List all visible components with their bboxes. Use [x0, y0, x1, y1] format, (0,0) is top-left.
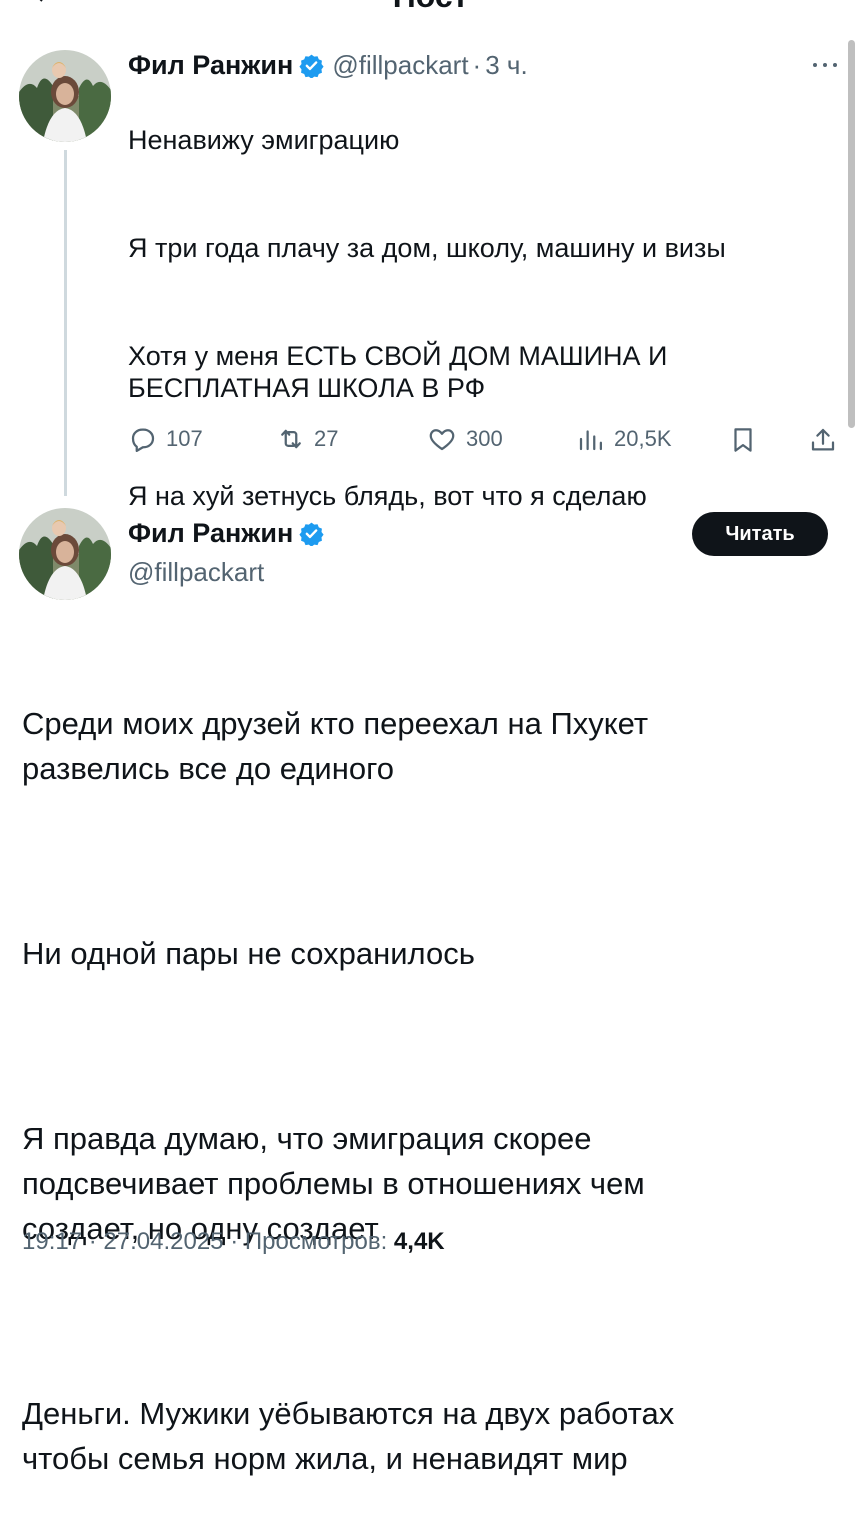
post-date[interactable]: 27.04.2025 [103, 1228, 223, 1255]
views-count: 4,4K [393, 1228, 445, 1255]
thread-connector-line [64, 150, 67, 496]
like-button[interactable]: 300 [426, 424, 503, 454]
tweet-paragraph: Среди моих друзей кто переехал на Пхукет… [22, 706, 649, 786]
views-chart-icon [579, 430, 602, 451]
heart-icon [429, 429, 455, 451]
like-count: 300 [466, 426, 503, 451]
views-count: 20,5K [614, 426, 672, 451]
follow-button[interactable]: Читать [692, 512, 828, 556]
avatar[interactable] [19, 50, 111, 142]
repost-icon [281, 429, 301, 449]
thread-tweet-header: Фил Ранжин @fillpackart · 3 ч. [128, 50, 528, 81]
verified-badge-icon [299, 522, 324, 546]
tweet-paragraph: Я на хуй зетнусь блядь, вот что я сделаю [128, 481, 647, 511]
main-tweet-text: Среди моих друзей кто переехал на Пхукет… [22, 656, 842, 1526]
main-tweet-header: Фил Ранжин [128, 518, 324, 549]
tweet-metadata: 19:17 · 27.04.2025 · Просмотров: 4,4K [22, 1228, 445, 1256]
timestamp[interactable]: 3 ч. [485, 50, 527, 81]
handle[interactable]: @fillpackart [128, 557, 264, 588]
thread-tweet-text: Ненавижу эмиграцию Я три года плачу за д… [128, 92, 838, 544]
repost-button[interactable]: 27 [276, 424, 338, 454]
reply-button[interactable]: 107 [128, 424, 203, 454]
page-title: Пост [0, 0, 861, 14]
repost-count: 27 [314, 426, 339, 451]
bookmark-icon [734, 428, 752, 452]
share-icon [811, 428, 835, 451]
views-button[interactable]: 20,5K [576, 424, 672, 454]
author-name[interactable]: Фил Ранжин [128, 50, 293, 81]
handle[interactable]: @fillpackart [332, 50, 468, 81]
share-button[interactable] [808, 424, 838, 456]
post-time[interactable]: 19:17 [22, 1228, 82, 1255]
tweet-action-bar: 107 27 300 20,5K [128, 424, 840, 460]
bookmark-button[interactable] [728, 424, 758, 456]
tweet-paragraph: Хотя у меня ЕСТЬ СВОЙ ДОМ МАШИНА И БЕСПЛ… [128, 341, 668, 403]
tweet-paragraph: Ненавижу эмиграцию [128, 125, 400, 155]
separator-dot: · [88, 1228, 97, 1255]
top-bar: Пост [0, 0, 861, 14]
separator-dot: · [472, 50, 482, 80]
tweet-paragraph: Ни одной пары не сохранилось [22, 936, 475, 971]
reply-count: 107 [166, 426, 203, 451]
tweet-paragraph: Я три года плачу за дом, школу, машину и… [128, 233, 726, 263]
more-options-icon[interactable] [810, 60, 840, 70]
views-label: Просмотров: [244, 1228, 388, 1255]
separator-dot: · [230, 1228, 239, 1255]
avatar[interactable] [19, 508, 111, 600]
verified-badge-icon [299, 54, 324, 78]
author-name[interactable]: Фил Ранжин [128, 518, 293, 549]
reply-icon [131, 428, 155, 452]
tweet-paragraph: Деньги. Мужики уёбываются на двух работа… [22, 1396, 675, 1476]
scrollbar[interactable] [848, 40, 855, 428]
